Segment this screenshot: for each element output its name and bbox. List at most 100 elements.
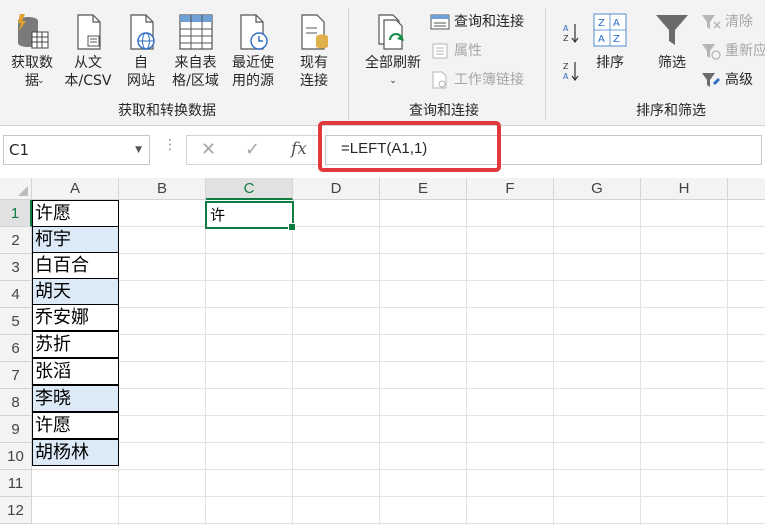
advanced-filter-button[interactable]: 高级 — [701, 70, 753, 90]
gridline — [292, 200, 293, 525]
group-divider — [348, 8, 349, 120]
gridline — [32, 334, 765, 335]
column-header-g[interactable]: G — [554, 178, 641, 200]
gridline — [32, 469, 765, 470]
advanced-filter-label: 高级 — [725, 72, 753, 88]
refresh-icon — [378, 14, 404, 50]
clear-filter-label: 清除 — [725, 14, 753, 30]
chevron-down-icon: ⌄ — [37, 76, 45, 86]
column-header-h[interactable]: H — [641, 178, 728, 200]
sort-descending-button[interactable]: Z A — [562, 60, 580, 86]
ribbon: 获取数 据 ⌄ 从文 本/CSV 自 网站 来自表 格/区域 最近使 用的源 现… — [0, 0, 765, 126]
sort-ascending-button[interactable]: A Z — [562, 22, 580, 48]
properties-icon — [432, 43, 448, 59]
row-header[interactable]: 12 — [0, 497, 32, 524]
sort-label: 排序 — [596, 55, 624, 71]
insert-function-icon[interactable]: fx — [291, 139, 307, 159]
cell-a10[interactable]: 胡杨林 — [32, 439, 119, 466]
group-divider — [545, 8, 546, 120]
row-header[interactable]: 5 — [0, 308, 32, 335]
column-header-b[interactable]: B — [119, 178, 206, 200]
cell-a8[interactable]: 李晓 — [32, 385, 119, 412]
sort-az-icon: A Z — [563, 24, 579, 43]
cell-a7[interactable]: 张滔 — [32, 358, 119, 385]
column-header-i[interactable] — [728, 178, 765, 200]
connections-icon — [301, 14, 328, 50]
sort-button[interactable]: Z A A Z 排序 — [588, 12, 632, 72]
column-header-d[interactable]: D — [293, 178, 380, 200]
row-header[interactable]: 11 — [0, 470, 32, 497]
column-header-e[interactable]: E — [380, 178, 467, 200]
row-header[interactable]: 2 — [0, 227, 32, 254]
column-header-f[interactable]: F — [467, 178, 554, 200]
reapply-filter-button[interactable]: 重新应 — [701, 41, 765, 61]
from-text-csv-button[interactable]: 从文 本/CSV — [62, 12, 114, 90]
gridline — [32, 361, 765, 362]
cell-a4[interactable]: 胡天 — [32, 278, 119, 305]
group-label-get-transform: 获取和转换数据 — [118, 103, 216, 119]
active-cell-c1[interactable]: 许 — [205, 201, 296, 231]
row-header[interactable]: 3 — [0, 254, 32, 281]
name-box-value: C1 — [9, 141, 30, 159]
sort-za-icon: Z A — [563, 62, 579, 81]
refresh-all-button[interactable]: 全部刷新 ⌄ — [360, 12, 426, 90]
properties-button[interactable]: 属性 — [430, 41, 482, 61]
row-header[interactable]: 10 — [0, 443, 32, 470]
filter-button[interactable]: 筛选 — [650, 12, 694, 72]
from-web-button[interactable]: 自 网站 — [119, 12, 163, 90]
row-header[interactable]: 6 — [0, 335, 32, 362]
column-header-a[interactable]: A — [32, 178, 119, 200]
name-box-dropdown-icon[interactable]: ▼ — [135, 136, 142, 164]
select-all-button[interactable] — [0, 178, 32, 200]
svg-text:Z: Z — [598, 18, 605, 29]
advanced-filter-icon — [702, 73, 720, 87]
formula-tools: ✕ ✓ fx — [186, 135, 318, 165]
cell-a2[interactable]: 柯宇 — [32, 226, 119, 253]
existing-connections-button[interactable]: 现有 连接 — [292, 12, 336, 90]
gridline — [553, 200, 554, 525]
queries-connections-button[interactable]: 查询和连接 — [430, 12, 524, 32]
row-header[interactable]: 9 — [0, 416, 32, 443]
row-header[interactable]: 4 — [0, 281, 32, 308]
gridline — [205, 200, 206, 525]
svg-text:A: A — [613, 18, 620, 29]
table-icon — [178, 14, 213, 50]
enter-check-icon[interactable]: ✓ — [245, 139, 260, 160]
svg-text:A: A — [563, 24, 569, 33]
gridline — [32, 388, 765, 389]
gridline — [640, 200, 641, 525]
queries-connections-label: 查询和连接 — [454, 14, 524, 30]
get-data-label: 获取数 据 — [11, 55, 53, 89]
name-box[interactable]: C1 ▼ — [3, 135, 150, 165]
cell-a3[interactable]: 白百合 — [32, 252, 119, 279]
recent-clock-icon — [240, 14, 268, 50]
text-file-icon — [77, 14, 101, 50]
database-icon — [18, 14, 49, 49]
cell-a6[interactable]: 苏折 — [32, 331, 119, 358]
cell-a9[interactable]: 许愿 — [32, 412, 119, 439]
recent-sources-button[interactable]: 最近使 用的源 — [226, 12, 280, 90]
gridline — [32, 307, 765, 308]
gridline — [727, 200, 728, 525]
workbook-links-button[interactable]: 工作簿链接 — [430, 70, 524, 90]
reapply-filter-icon — [702, 44, 721, 60]
cancel-icon[interactable]: ✕ — [201, 139, 216, 160]
get-data-button[interactable]: 获取数 据 — [4, 12, 60, 90]
gridline — [32, 442, 765, 443]
row-header[interactable]: 8 — [0, 389, 32, 416]
clear-filter-button[interactable]: 清除 — [701, 12, 753, 32]
clear-filter-icon — [702, 15, 721, 29]
row-header[interactable]: 1 — [0, 200, 32, 227]
row-header[interactable]: 7 — [0, 362, 32, 389]
svg-text:Z: Z — [563, 62, 569, 71]
from-table-range-button[interactable]: 来自表 格/区域 — [167, 12, 224, 90]
filter-label: 筛选 — [658, 55, 686, 71]
web-globe-icon — [130, 14, 155, 50]
column-header-c[interactable]: C — [206, 178, 293, 200]
cell-a1[interactable]: 许愿 — [32, 200, 119, 227]
formula-bar-grip-icon[interactable]: ⋮ — [163, 138, 177, 152]
cell-a5[interactable]: 乔安娜 — [32, 304, 119, 331]
refresh-chevron-icon: ⌄ — [389, 76, 397, 86]
reapply-filter-label: 重新应 — [725, 43, 765, 59]
worksheet-grid[interactable]: A B C D E F G H 1 2 3 4 5 6 7 8 9 10 11 … — [0, 178, 765, 525]
